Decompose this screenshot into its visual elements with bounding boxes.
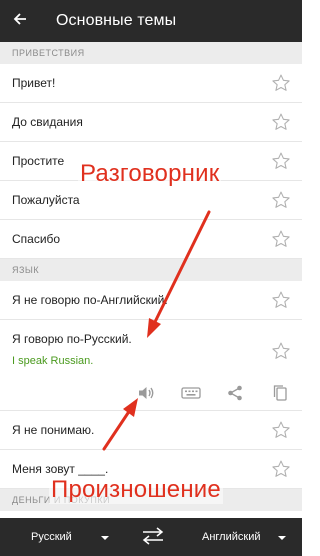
annotation-pronunciation: Произношение	[49, 476, 223, 504]
phrase-label: Я не говорю по-Английский.	[12, 293, 168, 307]
phrase-label: Меня зовут ____.	[12, 462, 109, 476]
chevron-down-icon[interactable]	[101, 536, 109, 540]
source-language-label: Русский	[31, 531, 72, 543]
arrow-left-icon	[13, 12, 27, 31]
target-language-select[interactable]: Английский	[202, 518, 261, 556]
app-bar: Основные темы	[0, 0, 302, 42]
star-outline-icon[interactable]	[270, 228, 292, 250]
translation-text: I speak Russian.	[12, 355, 94, 367]
annotation-phrasebook: Разговорник	[78, 160, 222, 188]
language-bar: Русский Английский	[0, 518, 302, 556]
star-outline-icon[interactable]	[270, 150, 292, 172]
phrase-list[interactable]: ПРИВЕТСТВИЯ Привет! До свидания Простите…	[0, 42, 302, 518]
source-language-select[interactable]: Русский	[31, 518, 72, 556]
phrase-row[interactable]: Я не понимаю.	[0, 411, 302, 450]
phrase-label: Я говорю по-Русский.	[12, 332, 132, 346]
phrase-row[interactable]: Я не говорю по-Английский.	[0, 281, 302, 320]
phrase-row[interactable]: Спасибо	[0, 220, 302, 259]
phrase-label: Простите	[12, 154, 65, 168]
swap-languages-button[interactable]	[138, 525, 168, 549]
target-language-label: Английский	[202, 531, 261, 543]
star-outline-icon[interactable]	[270, 72, 292, 94]
swap-arrows-icon	[140, 526, 166, 549]
star-outline-icon[interactable]	[270, 111, 292, 133]
chevron-down-icon[interactable]	[278, 536, 286, 540]
star-outline-icon[interactable]	[270, 289, 292, 311]
keyboard-icon[interactable]	[178, 380, 204, 406]
phrase-label: Спасибо	[12, 232, 61, 246]
page-title: Основные темы	[56, 12, 177, 29]
star-outline-icon[interactable]	[270, 419, 292, 441]
phrase-label: Привет!	[12, 76, 56, 90]
star-outline-icon[interactable]	[270, 189, 292, 211]
phrase-row[interactable]: До свидания	[0, 103, 302, 142]
share-icon[interactable]	[222, 380, 248, 406]
copy-icon[interactable]	[267, 380, 293, 406]
section-header-greetings: ПРИВЕТСТВИЯ	[0, 42, 302, 64]
star-outline-icon[interactable]	[270, 458, 292, 480]
back-button[interactable]	[0, 0, 40, 42]
star-outline-icon[interactable]	[270, 340, 292, 362]
phrase-row-expanded[interactable]: Я говорю по-Русский. I speak Russian.	[0, 320, 302, 411]
speaker-icon[interactable]	[133, 380, 159, 406]
phrase-label: До свидания	[12, 115, 83, 129]
phrase-label: Я не понимаю.	[12, 423, 95, 437]
phrasebook-screen: Основные темы ПРИВЕТСТВИЯ Привет! До сви…	[0, 0, 302, 556]
phrase-row[interactable]: Привет!	[0, 64, 302, 103]
phrase-actions	[0, 380, 302, 406]
section-header-language: ЯЗЫК	[0, 259, 302, 281]
phrase-label: Пожалуйста	[12, 193, 80, 207]
